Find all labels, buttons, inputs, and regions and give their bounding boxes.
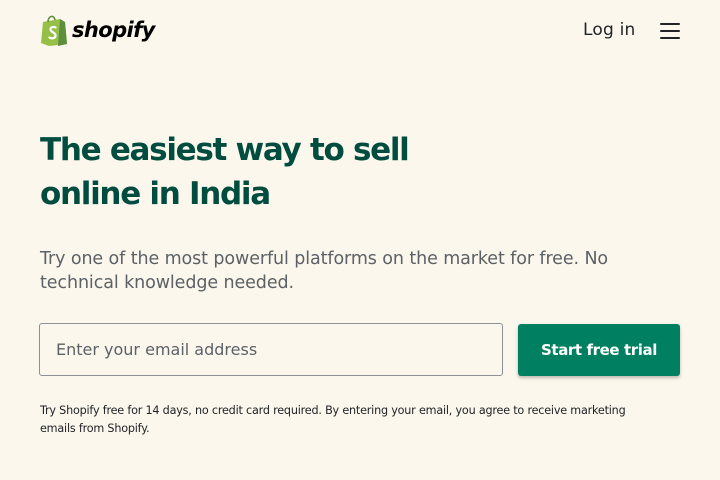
hero-title-line-2: online in India: [40, 176, 271, 212]
email-input[interactable]: [39, 323, 503, 376]
hero-subtitle: Try one of the most powerful platforms o…: [40, 249, 609, 293]
hero-title: The easiest way to sell online in India: [40, 128, 420, 216]
login-link[interactable]: Log in: [583, 20, 635, 40]
site-header: shopify Log in: [0, 0, 720, 62]
trial-disclaimer: Try Shopify free for 14 days, no credit …: [40, 404, 626, 435]
hero-title-line-1: The easiest way to sell: [40, 132, 410, 168]
logo-wordmark: shopify: [72, 18, 155, 42]
start-free-trial-button[interactable]: Start free trial: [518, 324, 680, 376]
shopify-logo[interactable]: shopify: [40, 14, 155, 46]
hamburger-menu-icon[interactable]: [658, 21, 682, 41]
shopping-bag-icon: [41, 15, 67, 46]
